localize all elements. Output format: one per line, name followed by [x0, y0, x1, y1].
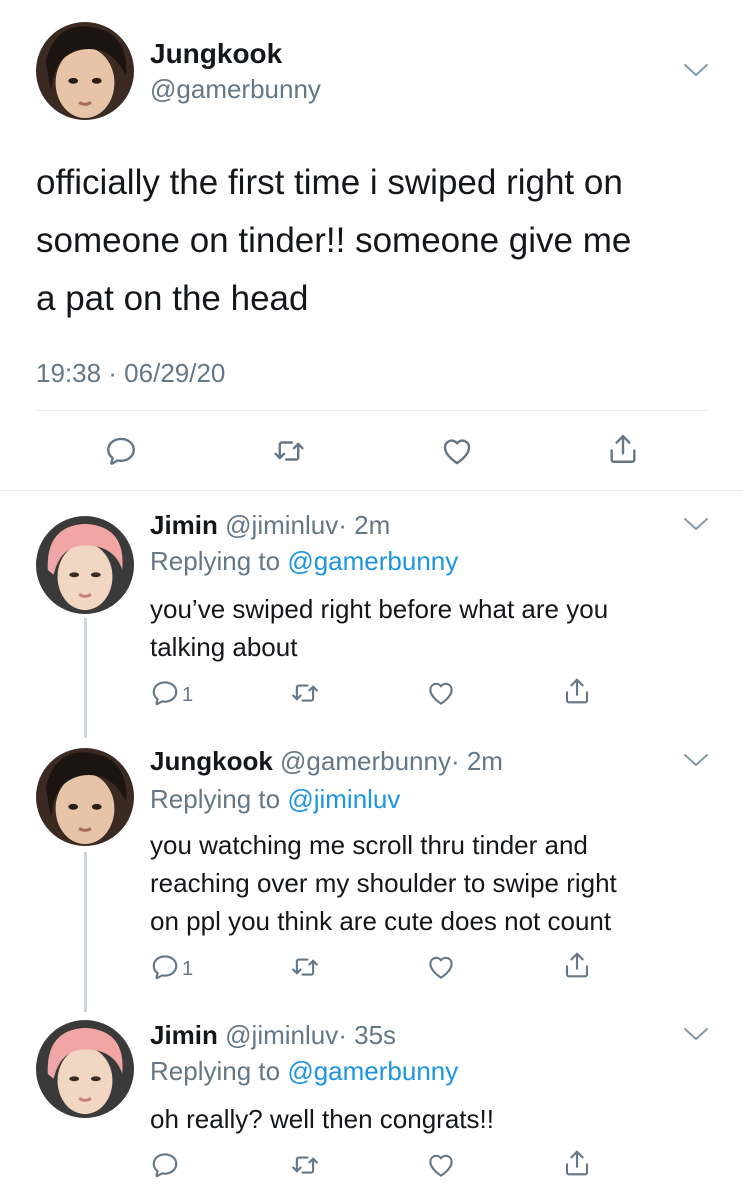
author-name[interactable]: Jungkook [150, 38, 282, 70]
reply-time: · 2m [450, 746, 503, 776]
thread-line [84, 618, 87, 738]
replying-to: Replying to @gamerbunny [150, 1056, 458, 1087]
avatar[interactable] [36, 22, 134, 120]
avatar[interactable] [36, 1020, 134, 1118]
reply-text-line: oh really? well then congrats!! [150, 1104, 494, 1134]
retweet-icon[interactable] [272, 434, 304, 466]
avatar-jimin-icon [36, 516, 134, 614]
reply-time: · 35s [338, 1020, 397, 1050]
reply-text-line: you watching me scroll thru tinder and [150, 830, 588, 860]
reply-icon[interactable] [150, 952, 182, 984]
replying-to-label: Replying to [150, 1056, 281, 1086]
avatar[interactable] [36, 516, 134, 614]
reply-author-name[interactable]: Jimin [150, 1020, 218, 1050]
like-heart-icon[interactable] [440, 434, 472, 466]
author-handle[interactable]: @gamerbunny [150, 74, 321, 105]
replying-to: Replying to @gamerbunny [150, 546, 458, 577]
tweet-text-line: someone on tinder!! someone give me [36, 221, 632, 260]
replying-to-handle[interactable]: @jiminluv [287, 784, 400, 814]
reply-text: you watching me scroll thru tinder and r… [150, 826, 617, 940]
like-heart-icon[interactable] [426, 1150, 458, 1182]
retweet-icon[interactable] [290, 1150, 322, 1182]
share-icon[interactable] [562, 676, 594, 708]
reply-icon[interactable] [150, 1150, 182, 1182]
tweet-text-line: officially the first time i swiped right… [36, 163, 623, 202]
reply-header: Jimin @jiminluv· 2m [150, 510, 390, 541]
tweet-text-line: a pat on the head [36, 279, 309, 318]
reply-author-handle[interactable]: @jiminluv [225, 510, 338, 540]
reply-author-name[interactable]: Jungkook [150, 746, 273, 776]
reply-author-name[interactable]: Jimin [150, 510, 218, 540]
like-heart-icon[interactable] [426, 952, 458, 984]
share-icon[interactable] [606, 432, 638, 464]
tweet-text: officially the first time i swiped right… [36, 154, 631, 328]
reply-icon[interactable] [104, 434, 136, 466]
thread-line [84, 852, 87, 1012]
reply-text-line: reaching over my shoulder to swipe right [150, 868, 617, 898]
tweet-menu-chevron-icon[interactable] [683, 752, 709, 768]
divider [36, 410, 708, 411]
replying-to-handle[interactable]: @gamerbunny [287, 1056, 458, 1086]
avatar[interactable] [36, 748, 134, 846]
reply-count: 1 [182, 958, 194, 980]
share-icon[interactable] [562, 950, 594, 982]
divider [0, 490, 743, 491]
reply-header: Jimin @jiminluv· 35s [150, 1020, 396, 1051]
reply-time: · 2m [338, 510, 391, 540]
reply-header: Jungkook @gamerbunny· 2m [150, 746, 503, 777]
tweet-menu-chevron-icon[interactable] [683, 62, 709, 78]
replying-to-handle[interactable]: @gamerbunny [287, 546, 458, 576]
replying-to: Replying to @jiminluv [150, 784, 400, 815]
retweet-icon[interactable] [290, 952, 322, 984]
reply-count: 1 [182, 684, 194, 706]
like-heart-icon[interactable] [426, 678, 458, 710]
reply-icon[interactable] [150, 678, 182, 710]
reply-text: you’ve swiped right before what are you … [150, 590, 608, 666]
reply-text-line: you’ve swiped right before what are you [150, 594, 609, 624]
tweet-timestamp[interactable]: 19:38 · 06/29/20 [36, 358, 225, 389]
tweet-menu-chevron-icon[interactable] [683, 516, 709, 532]
replying-to-label: Replying to [150, 546, 281, 576]
reply-author-handle[interactable]: @jiminluv [225, 1020, 338, 1050]
reply-text-line: talking about [150, 632, 298, 662]
reply-author-handle[interactable]: @gamerbunny [280, 746, 451, 776]
share-icon[interactable] [562, 1148, 594, 1180]
reply-text-line: on ppl you think are cute does not count [150, 906, 612, 936]
reply-text: oh really? well then congrats!! [150, 1100, 494, 1138]
replying-to-label: Replying to [150, 784, 281, 814]
tweet-menu-chevron-icon[interactable] [683, 1026, 709, 1042]
avatar-jungkook-icon [36, 22, 134, 120]
retweet-icon[interactable] [290, 678, 322, 710]
avatar-jungkook-icon [36, 748, 134, 846]
avatar-jimin-icon [36, 1020, 134, 1118]
